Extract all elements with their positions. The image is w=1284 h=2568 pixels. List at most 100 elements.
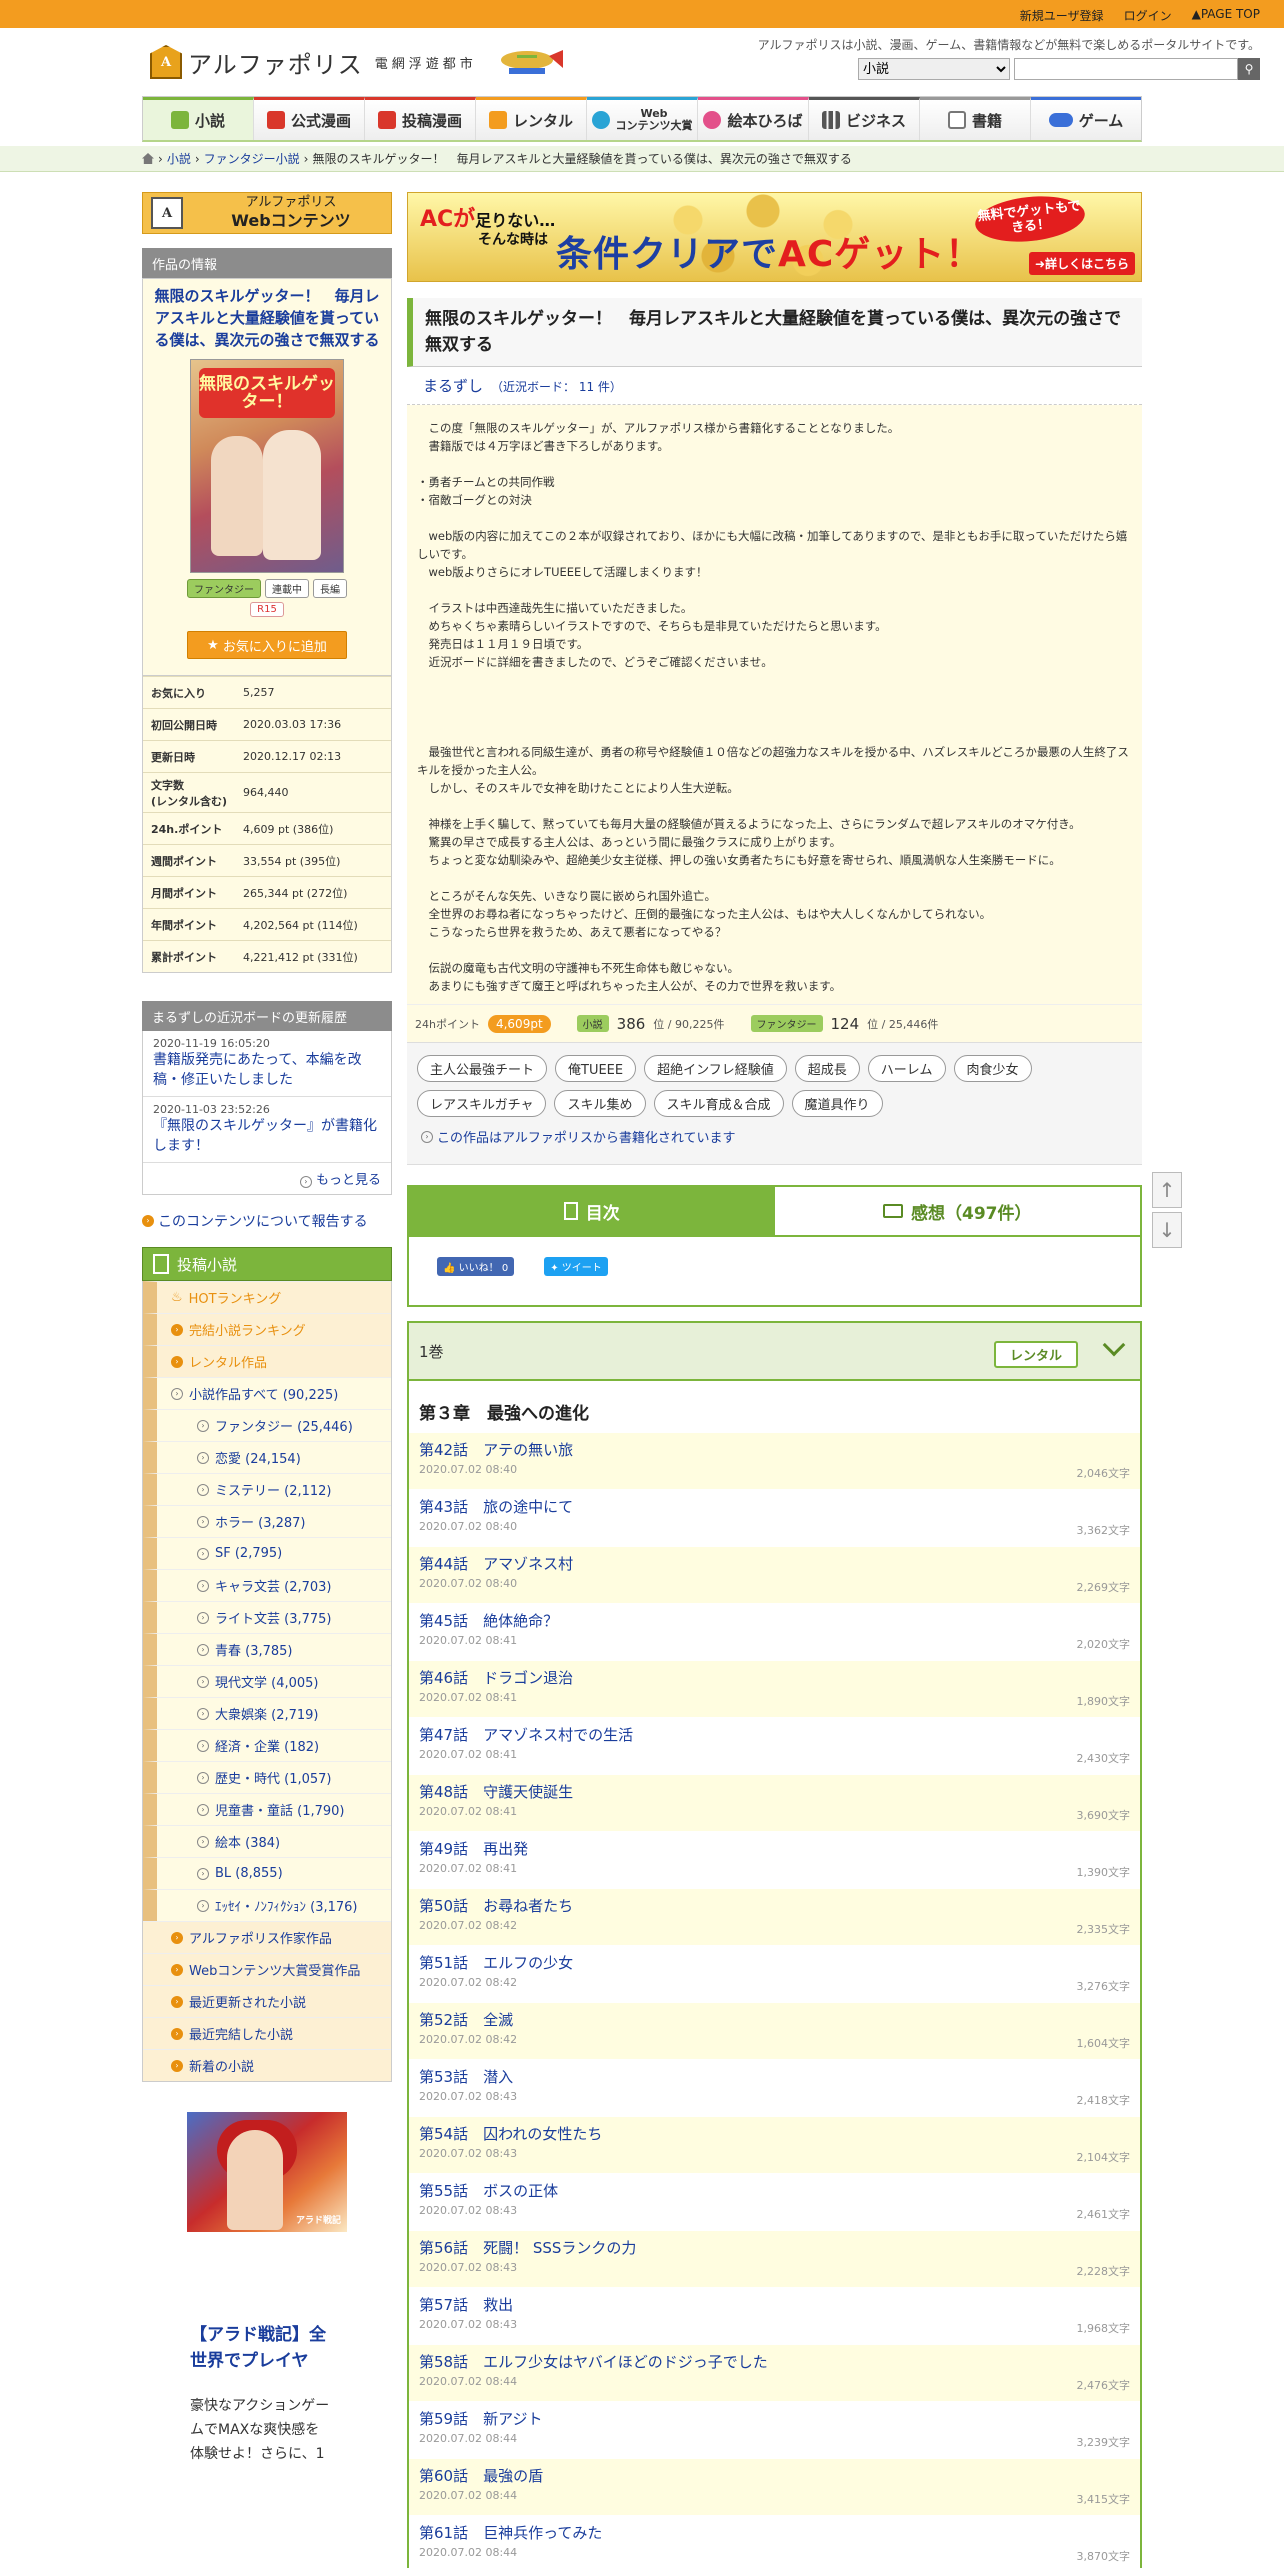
episode-title[interactable]: 第61話 巨神兵作ってみた [419,2522,1130,2544]
keyword-tag[interactable]: 主人公最強チート [417,1055,548,1082]
nav-business[interactable]: ビジネス [809,97,920,140]
facebook-like-button[interactable]: 👍 いいね！ 0 [437,1257,515,1276]
episode-row[interactable]: 第59話 新アジト 2020.07.02 08:44 3,239文字 [409,2401,1140,2458]
episode-row[interactable]: 第46話 ドラゴン退治 2020.07.02 08:41 1,890文字 [409,1660,1140,1717]
episode-title[interactable]: 第60話 最強の盾 [419,2465,1130,2487]
tag-genre[interactable]: ファンタジー [187,579,261,598]
ad-title-link[interactable]: 【アラド戦記】全世界でプレイヤ [0,2322,332,2374]
home-icon[interactable] [142,153,154,164]
nav-books[interactable]: 書籍 [920,97,1031,140]
site-logo[interactable]: A アルファポリス 電網浮遊都市 [150,42,565,82]
ad-banner-image[interactable]: アラド戦記 [187,2112,347,2232]
episode-title[interactable]: 第51話 エルフの少女 [419,1952,1130,1974]
episode-title[interactable]: 第53話 潜入 [419,2066,1130,2088]
web-contents-banner[interactable]: A アルファポリス Webコンテンツ [142,192,392,234]
novel-list-item[interactable]: › ｴｯｾｲ・ﾉﾝﾌｨｸｼｮﾝ (3,176) [143,1889,391,1921]
episode-title[interactable]: 第42話 アテの無い旅 [419,1439,1130,1461]
episode-title[interactable]: 第59話 新アジト [419,2408,1130,2430]
nav-official-manga[interactable]: 公式漫画 [254,97,365,140]
keyword-tag[interactable]: スキル集め [554,1090,646,1117]
breadcrumb-novel[interactable]: 小説 [167,150,191,167]
rental-button[interactable]: レンタル [993,1341,1078,1368]
episode-row[interactable]: 第61話 巨神兵作ってみた 2020.07.02 08:44 3,870文字 [409,2515,1140,2568]
novel-list-item[interactable]: › ミステリー (2,112) [143,1473,391,1505]
episode-title[interactable]: 第44話 アマゾネス村 [419,1553,1130,1575]
keyword-tag[interactable]: スキル育成＆合成 [653,1090,784,1117]
episode-row[interactable]: 第44話 アマゾネス村 2020.07.02 08:40 2,269文字 [409,1546,1140,1603]
novel-list-item[interactable]: › 最近完結した小説 [143,2017,391,2049]
novel-list-item[interactable]: › 青春 (3,785) [143,1633,391,1665]
novel-list-item[interactable]: › 完結小説ランキング [143,1313,391,1345]
episode-row[interactable]: 第43話 旅の途中にて 2020.07.02 08:40 3,362文字 [409,1489,1140,1546]
keyword-tag[interactable]: 俺TUEEE [555,1055,637,1082]
board-link[interactable]: 『無限のスキルゲッター』が書籍化します！ [153,1116,381,1156]
episode-row[interactable]: 第51話 エルフの少女 2020.07.02 08:42 3,276文字 [409,1945,1140,2002]
novel-list-item[interactable]: › 大衆娯楽 (2,719) [143,1697,391,1729]
episode-row[interactable]: 第47話 アマゾネス村での生活 2020.07.02 08:41 2,430文字 [409,1717,1140,1774]
episode-title[interactable]: 第50話 お尋ね者たち [419,1895,1130,1917]
episode-title[interactable]: 第54話 囚われの女性たち [419,2123,1130,2145]
novel-list-item[interactable]: › BL (8,855) [143,1857,391,1889]
keyword-tag[interactable]: レアスキルガチャ [417,1090,547,1117]
episode-title[interactable]: 第46話 ドラゴン退治 [419,1667,1130,1689]
novel-list-item[interactable]: › 経済・企業 (182) [143,1729,391,1761]
episode-row[interactable]: 第42話 アテの無い旅 2020.07.02 08:40 2,046文字 [409,1432,1140,1489]
episode-title[interactable]: 第58話 エルフ少女はヤバイほどのドジっ子でした [419,2351,1130,2373]
keyword-tag[interactable]: 超成長 [794,1055,860,1082]
episode-title[interactable]: 第48話 守護天使誕生 [419,1781,1130,1803]
scroll-up-button[interactable]: ↑ [1152,1172,1182,1208]
report-content-link[interactable]: › このコンテンツについて報告する [142,1211,392,1231]
banner-details-link[interactable]: ➜詳しくはこちら [1028,252,1135,275]
episode-title[interactable]: 第52話 全滅 [419,2009,1130,2031]
novel-list-item[interactable]: › ファンタジー (25,446) [143,1409,391,1441]
cover-image[interactable]: 無限のスキルゲッター！ [190,359,344,573]
episode-row[interactable]: 第57話 救出 2020.07.02 08:43 1,968文字 [409,2287,1140,2344]
search-button[interactable]: ⚲ [1238,58,1260,80]
episode-title[interactable]: 第49話 再出発 [419,1838,1130,1860]
episode-title[interactable]: 第43話 旅の途中にて [419,1496,1130,1518]
novel-list-item[interactable]: › 歴史・時代 (1,057) [143,1761,391,1793]
breadcrumb-fantasy[interactable]: ファンタジー小説 [204,150,300,167]
ac-campaign-banner[interactable]: ACが足りない… そんな時は 条件クリアでACゲット！ 無料でゲットもできる！ … [407,192,1142,282]
keyword-tag[interactable]: ハーレム [867,1055,946,1082]
tab-toc[interactable]: 目次 [409,1187,775,1235]
nav-web-contents-award[interactable]: Web コンテンツ大賞 [587,97,698,140]
keyword-tag[interactable]: 肉食少女 [953,1055,1032,1082]
episode-title[interactable]: 第55話 ボスの正体 [419,2180,1130,2202]
episode-row[interactable]: 第55話 ボスの正体 2020.07.02 08:43 2,461文字 [409,2173,1140,2230]
novel-list-item[interactable]: › 小説作品すべて (90,225) [143,1377,391,1409]
novel-list-item[interactable]: › 現代文学 (4,005) [143,1665,391,1697]
board-link[interactable]: 書籍版発売にあたって、本編を改稿・修正いたしました [153,1050,381,1090]
novel-list-item[interactable]: › キャラ文芸 (2,703) [143,1569,391,1601]
nav-picture-book[interactable]: 絵本ひろば [698,97,809,140]
keyword-tag[interactable]: 魔道具作り [791,1090,883,1117]
work-title-link[interactable]: 無限のスキルゲッター！ 毎月レアスキルと大量経験値を貰っている僕は、異次元の強さ… [153,285,381,351]
page-top-link[interactable]: ▲PAGE TOP [1192,7,1260,24]
novel-list-item[interactable]: › ライト文芸 (3,775) [143,1601,391,1633]
novel-list-item[interactable]: › Webコンテンツ大賞受賞作品 [143,1953,391,1985]
novel-list-item[interactable]: › 新着の小説 [143,2049,391,2081]
novel-list-item[interactable]: › 児童書・童話 (1,790) [143,1793,391,1825]
episode-row[interactable]: 第54話 囚われの女性たち 2020.07.02 08:43 2,104文字 [409,2116,1140,2173]
novel-list-item[interactable]: › アルファポリス作家作品 [143,1921,391,1953]
episode-row[interactable]: 第53話 潜入 2020.07.02 08:43 2,418文字 [409,2059,1140,2116]
episode-title[interactable]: 第47話 アマゾネス村での生活 [419,1724,1130,1746]
nav-rental[interactable]: レンタル [476,97,587,140]
novel-list-item[interactable]: ♨ HOTランキング [143,1281,391,1313]
episode-title[interactable]: 第57話 救出 [419,2294,1130,2316]
nav-game[interactable]: ゲーム [1031,97,1141,140]
add-favorite-button[interactable]: ★ お気に入りに追加 [187,631,347,659]
login-link[interactable]: ログイン [1124,7,1172,24]
novel-list-item[interactable]: › 恋愛 (24,154) [143,1441,391,1473]
author-board-link[interactable]: （近況ボード： 11 件） [491,380,622,394]
tab-comments[interactable]: 感想（497件） [774,1187,1140,1235]
search-category-select[interactable]: 小説 [858,58,1010,80]
episode-row[interactable]: 第45話 絶体絶命？ 2020.07.02 08:41 2,020文字 [409,1603,1140,1660]
tweet-button[interactable]: ✦ ツイート [544,1257,608,1276]
novel-list-item[interactable]: › レンタル作品 [143,1345,391,1377]
scroll-down-button[interactable]: ↓ [1152,1212,1182,1248]
episode-row[interactable]: 第60話 最強の盾 2020.07.02 08:44 3,415文字 [409,2458,1140,2515]
search-input[interactable] [1014,58,1238,80]
keyword-tag[interactable]: 超絶インフレ経験値 [644,1055,787,1082]
nav-novel[interactable]: 小説 [143,97,254,140]
